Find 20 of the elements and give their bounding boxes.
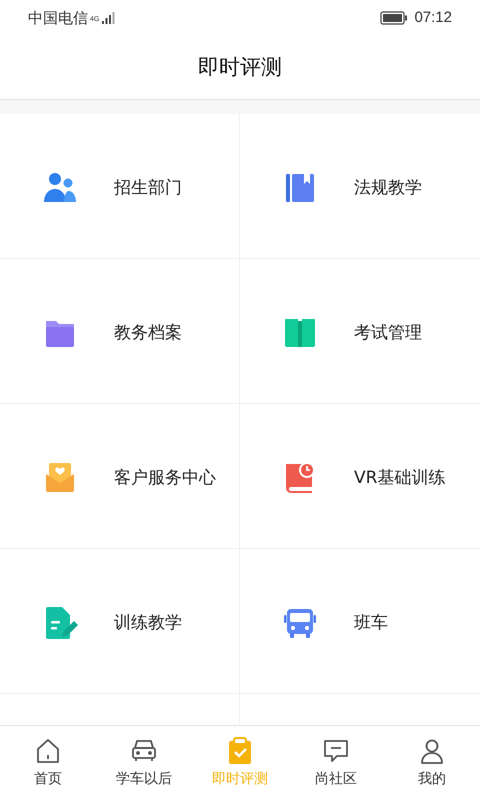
menu-tile[interactable]: 考试管理 [240, 259, 480, 404]
menu-tile[interactable]: 法规教学 [240, 114, 480, 259]
tab-bar-item[interactable]: 尚社区 [288, 726, 384, 800]
menu-tile[interactable]: 招生部门 [0, 114, 240, 259]
home-icon [34, 736, 62, 764]
tab-bar-item[interactable]: 我的 [384, 726, 480, 800]
carrier-name: 中国电信 [28, 8, 88, 29]
menu-tile[interactable]: 客户服务中心 [0, 404, 240, 549]
user-icon [418, 736, 446, 764]
clock-time: 07:12 [414, 8, 452, 28]
menu-tile[interactable]: 班车 [240, 549, 480, 694]
tab-bar-item[interactable]: 首页 [0, 726, 96, 800]
page-title: 即时评测 [198, 54, 282, 81]
menu-tile[interactable]: VR基础训练 [240, 404, 480, 549]
battery-icon [380, 11, 408, 25]
signal-icon [101, 12, 116, 24]
clipboard-check-icon [226, 736, 254, 764]
menu-tile[interactable]: 教务档案 [0, 259, 240, 404]
tab-bar-item[interactable]: 学车以后 [96, 726, 192, 800]
menu-tile[interactable]: 训练教学 [0, 549, 240, 694]
